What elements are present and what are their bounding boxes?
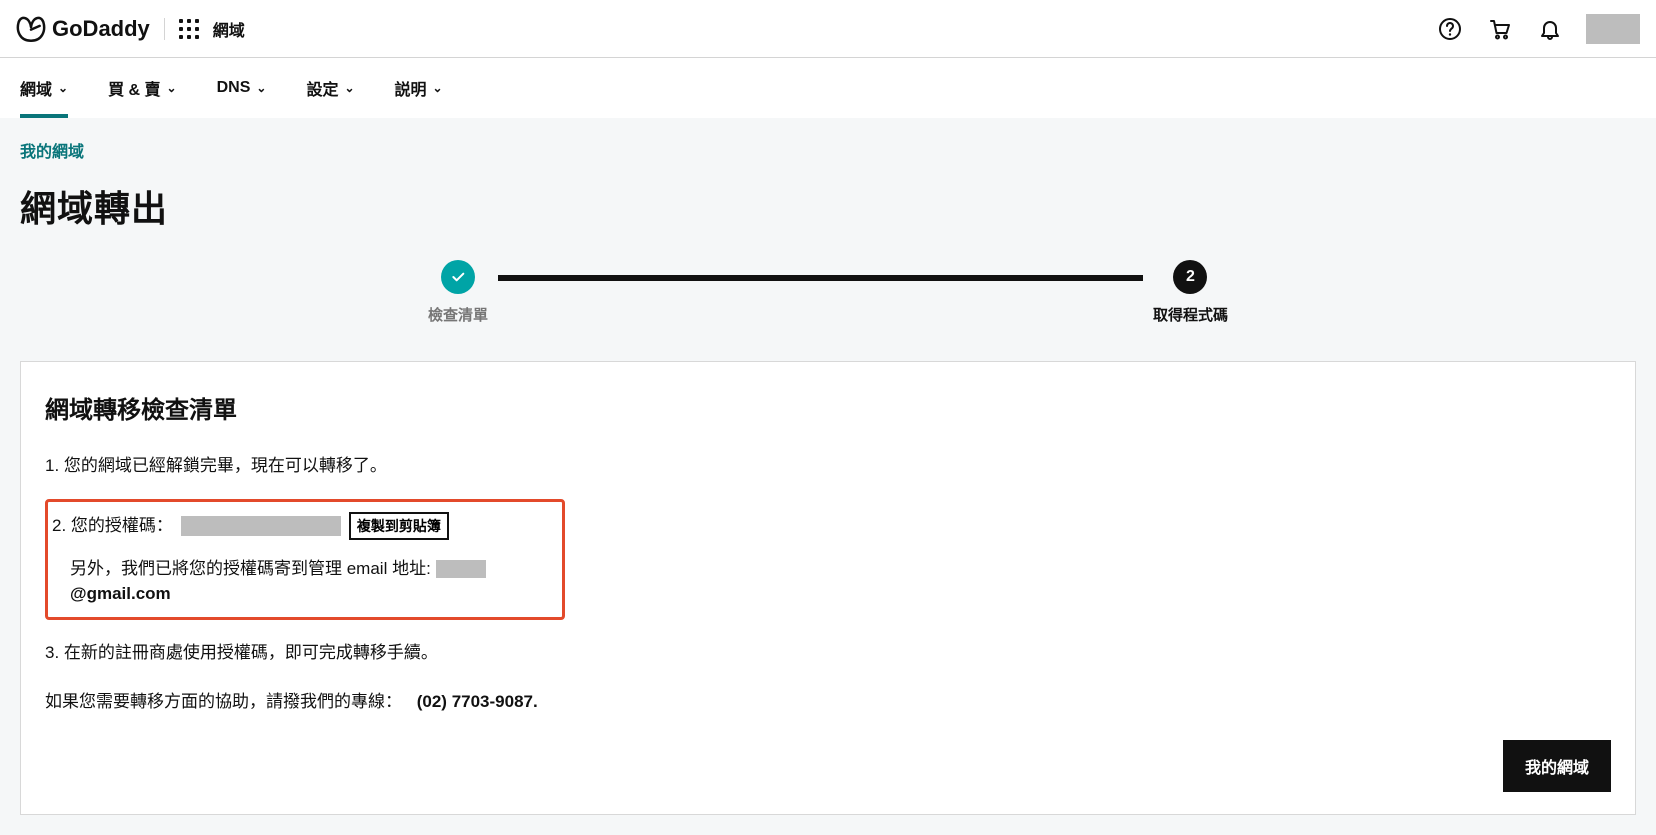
auth-code-email-line: 另外，我們已將您的授權碼寄到管理 email 地址: @gmail.com bbox=[52, 556, 552, 607]
step-2: 2 取得程式碼 bbox=[1153, 260, 1228, 325]
step-1: 檢查清單 bbox=[428, 260, 488, 325]
apps-menu-icon[interactable] bbox=[179, 19, 199, 39]
my-domains-button[interactable]: 我的網域 bbox=[1503, 740, 1611, 792]
nav-item-buy-sell[interactable]: 買 & 賣⌄ bbox=[108, 58, 177, 118]
stepper: 檢查清單 2 取得程式碼 bbox=[20, 260, 1636, 325]
email-user-redacted bbox=[436, 560, 486, 578]
nav-item-help[interactable]: 説明⌄ bbox=[395, 58, 443, 118]
context-label: 網域 bbox=[213, 17, 245, 41]
chevron-down-icon: ⌄ bbox=[167, 81, 177, 95]
nav-item-settings[interactable]: 設定⌄ bbox=[306, 58, 354, 118]
auth-code-highlight: 2. 您的授權碼： 複製到剪貼簿 另外，我們已將您的授權碼寄到管理 email … bbox=[45, 499, 565, 620]
top-header: GoDaddy 網域 bbox=[0, 0, 1656, 58]
brand-logo[interactable]: GoDaddy bbox=[16, 16, 150, 42]
page-body: 我的網域 網域轉出 檢查清單 2 取得程式碼 網域轉移檢查清單 1. 您的網域已… bbox=[0, 118, 1656, 835]
checklist-item-1: 1. 您的網域已經解鎖完畢，現在可以轉移了。 bbox=[45, 453, 1611, 479]
checklist-item-2: 2. 您的授權碼： 複製到剪貼簿 另外，我們已將您的授權碼寄到管理 email … bbox=[45, 499, 1611, 620]
brand-name: GoDaddy bbox=[52, 16, 150, 42]
chevron-down-icon: ⌄ bbox=[344, 81, 354, 95]
breadcrumb[interactable]: 我的網域 bbox=[20, 144, 84, 161]
chevron-down-icon: ⌄ bbox=[58, 81, 68, 95]
page-title: 網域轉出 bbox=[20, 180, 1636, 232]
step-connector bbox=[498, 275, 1143, 281]
secondary-nav: 網域⌄ 買 & 賣⌄ DNS⌄ 設定⌄ 説明⌄ bbox=[0, 58, 1656, 118]
cart-icon[interactable] bbox=[1486, 15, 1514, 43]
top-header-left: GoDaddy 網域 bbox=[16, 16, 245, 42]
notifications-bell-icon[interactable] bbox=[1536, 15, 1564, 43]
nav-item-domains[interactable]: 網域⌄ bbox=[20, 58, 68, 118]
step-done-check-icon bbox=[441, 260, 475, 294]
copy-to-clipboard-button[interactable]: 複製到剪貼簿 bbox=[349, 512, 449, 540]
card-title: 網域轉移檢查清單 bbox=[45, 390, 1611, 425]
account-avatar[interactable] bbox=[1586, 14, 1640, 44]
checklist-card: 網域轉移檢查清單 1. 您的網域已經解鎖完畢，現在可以轉移了。 2. 您的授權碼… bbox=[20, 361, 1636, 815]
auth-code-redacted bbox=[181, 516, 341, 536]
nav-item-dns[interactable]: DNS⌄ bbox=[217, 58, 267, 118]
step-2-label: 取得程式碼 bbox=[1153, 304, 1228, 325]
checklist: 1. 您的網域已經解鎖完畢，現在可以轉移了。 2. 您的授權碼： 複製到剪貼簿 … bbox=[45, 453, 1611, 665]
help-phone: (02) 7703-9087. bbox=[417, 692, 538, 711]
card-footer: 我的網域 bbox=[45, 740, 1611, 792]
godaddy-logo-icon bbox=[16, 16, 46, 42]
checklist-item-3: 3. 在新的註冊商處使用授權碼，即可完成轉移手續。 bbox=[45, 640, 1611, 666]
chevron-down-icon: ⌄ bbox=[433, 81, 443, 95]
top-header-right bbox=[1436, 14, 1640, 44]
step-2-dot: 2 bbox=[1173, 260, 1207, 294]
step-1-label: 檢查清單 bbox=[428, 304, 488, 325]
help-line: 如果您需要轉移方面的協助，請撥我們的專線： (02) 7703-9087. bbox=[45, 687, 1611, 712]
help-icon[interactable] bbox=[1436, 15, 1464, 43]
chevron-down-icon: ⌄ bbox=[256, 81, 266, 95]
vertical-divider bbox=[164, 18, 165, 40]
